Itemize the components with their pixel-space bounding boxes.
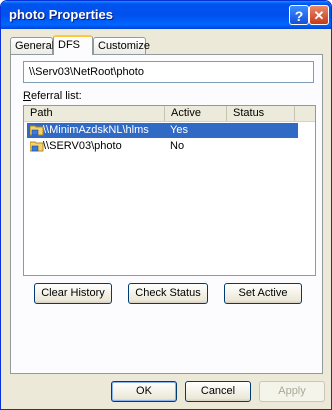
close-button[interactable]: ✕ [309,5,329,25]
column-header-active[interactable]: Active [165,106,227,121]
ok-label: OK [136,385,152,397]
row-path: \\SERV03\photo [43,140,122,152]
tab-customize[interactable]: Customize [93,37,150,54]
ok-button[interactable]: OK [111,381,177,402]
apply-button[interactable]: Apply [259,381,325,402]
cancel-button[interactable]: Cancel [185,381,251,402]
check-status-label: Check Status [135,287,201,299]
help-icon: ? [294,8,304,24]
share-folder-icon [30,125,44,136]
properties-window: photo Properties ? ✕ General DFS Customi… [0,0,332,410]
check-status-button[interactable]: Check Status [128,283,208,304]
referral-list-label-text: eferral list: [30,90,82,102]
column-header-path[interactable]: Path [24,106,165,121]
list-item[interactable]: \\SERV03\photo No [27,139,298,154]
tab-dfs[interactable]: DFS [53,35,93,55]
apply-label: Apply [278,385,306,397]
help-button[interactable]: ? [289,5,309,25]
clear-history-label: Clear History [41,287,105,299]
list-item[interactable]: \\MinimAzdskNL\hlms Yes [27,123,298,138]
tab-general[interactable]: General [10,37,54,54]
share-folder-icon [30,141,44,152]
window-title: photo Properties [9,7,114,22]
set-active-button[interactable]: Set Active [224,283,302,304]
clear-history-button[interactable]: Clear History [34,283,112,304]
set-active-label: Set Active [238,287,288,299]
title-bar[interactable]: photo Properties ? ✕ [1,1,331,29]
row-active: Yes [170,124,188,136]
list-header: Path Active Status [24,106,315,122]
close-icon: ✕ [313,8,325,23]
referral-list-label: Referral list: [23,90,82,102]
column-header-status[interactable]: Status [227,106,295,121]
dfs-path-field[interactable]: \\Serv03\NetRoot\photo [23,61,314,83]
row-active: No [170,140,185,152]
row-path: \\MinimAzdskNL\hlms [43,124,149,136]
cancel-label: Cancel [200,385,236,397]
referral-list[interactable]: Path Active Status \\MinimAzdskNL\hlms Y… [23,105,316,276]
